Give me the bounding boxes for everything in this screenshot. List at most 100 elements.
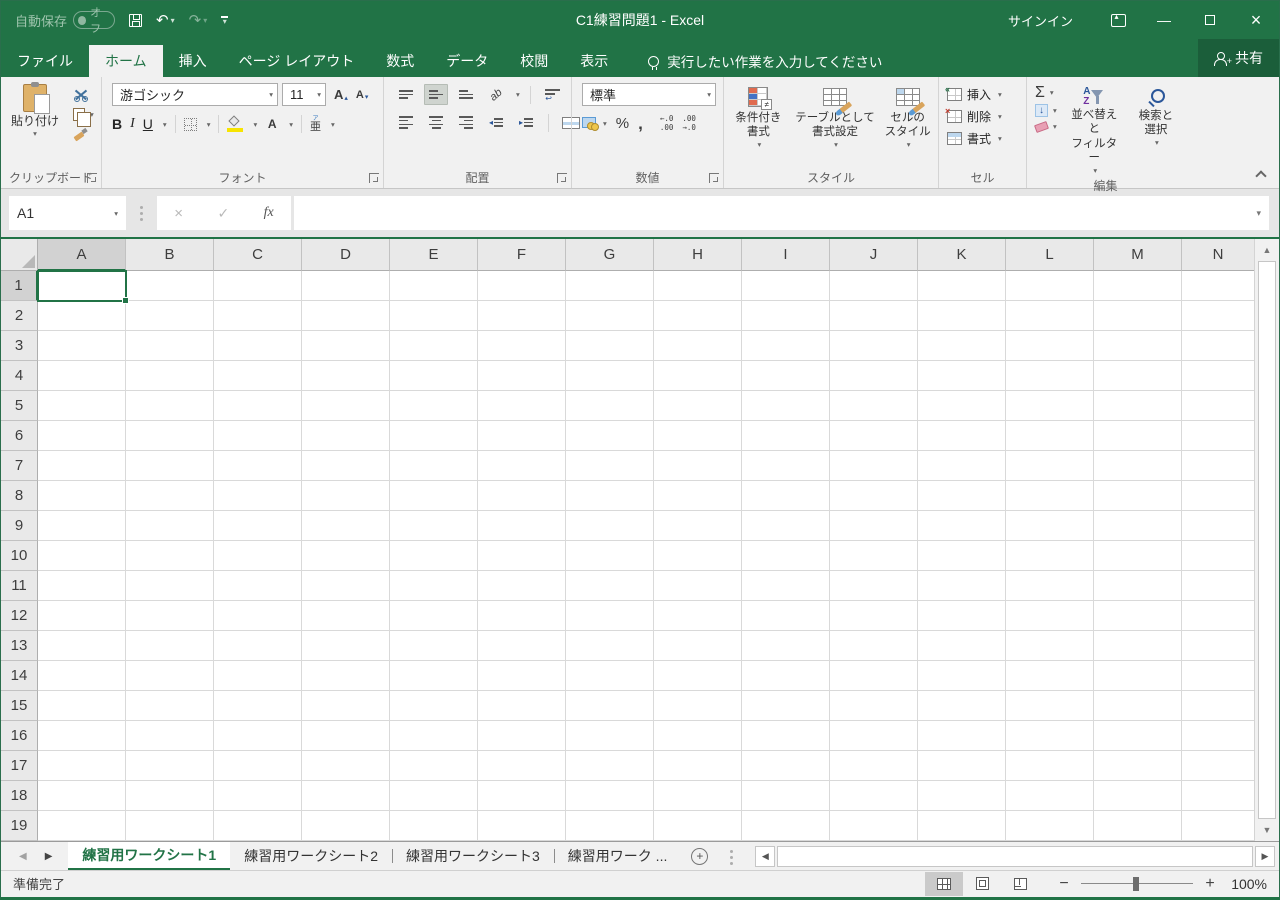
cell-E18[interactable] bbox=[390, 781, 478, 811]
cell-B1[interactable] bbox=[126, 271, 214, 301]
confirm-entry-icon[interactable]: ✓ bbox=[217, 205, 229, 222]
cell-E13[interactable] bbox=[390, 631, 478, 661]
cell-K13[interactable] bbox=[918, 631, 1006, 661]
cell-I1[interactable] bbox=[742, 271, 830, 301]
cell-I16[interactable] bbox=[742, 721, 830, 751]
cell-B17[interactable] bbox=[126, 751, 214, 781]
column-header-L[interactable]: L bbox=[1006, 239, 1094, 271]
row-header-11[interactable]: 11 bbox=[1, 571, 38, 601]
cell-B15[interactable] bbox=[126, 691, 214, 721]
cell-A4[interactable] bbox=[38, 361, 126, 391]
cell-A8[interactable] bbox=[38, 481, 126, 511]
cell-G4[interactable] bbox=[566, 361, 654, 391]
column-header-F[interactable]: F bbox=[478, 239, 566, 271]
cell-H8[interactable] bbox=[654, 481, 742, 511]
undo-button[interactable]: ↶ ▾ bbox=[156, 11, 175, 29]
cell-F1[interactable] bbox=[478, 271, 566, 301]
row-header-5[interactable]: 5 bbox=[1, 391, 38, 421]
cell-I13[interactable] bbox=[742, 631, 830, 661]
cell-L16[interactable] bbox=[1006, 721, 1094, 751]
cell-K12[interactable] bbox=[918, 601, 1006, 631]
zoom-level[interactable]: 100% bbox=[1217, 876, 1267, 892]
zoom-slider-thumb[interactable] bbox=[1133, 876, 1139, 891]
cell-F17[interactable] bbox=[478, 751, 566, 781]
cell-E4[interactable] bbox=[390, 361, 478, 391]
cell-F2[interactable] bbox=[478, 301, 566, 331]
cell-L13[interactable] bbox=[1006, 631, 1094, 661]
cell-G3[interactable] bbox=[566, 331, 654, 361]
sheet-tab-3[interactable]: 練習用ワークシート3 bbox=[392, 842, 554, 870]
scroll-down-icon[interactable]: ▼ bbox=[1255, 819, 1279, 841]
cell-G16[interactable] bbox=[566, 721, 654, 751]
find-select-button[interactable]: 検索と 選択 ▾ bbox=[1132, 84, 1180, 149]
column-header-A[interactable]: A bbox=[38, 239, 126, 271]
redo-caret-icon[interactable]: ▾ bbox=[203, 16, 207, 25]
cell-G2[interactable] bbox=[566, 301, 654, 331]
cell-E3[interactable] bbox=[390, 331, 478, 361]
cell-B12[interactable] bbox=[126, 601, 214, 631]
row-header-6[interactable]: 6 bbox=[1, 421, 38, 451]
cell-M15[interactable] bbox=[1094, 691, 1182, 721]
cell-B3[interactable] bbox=[126, 331, 214, 361]
align-left-button[interactable] bbox=[394, 112, 418, 133]
row-header-1[interactable]: 1 bbox=[1, 271, 38, 301]
cell-K9[interactable] bbox=[918, 511, 1006, 541]
cell-I5[interactable] bbox=[742, 391, 830, 421]
scroll-up-icon[interactable]: ▲ bbox=[1255, 239, 1279, 261]
cell-D19[interactable] bbox=[302, 811, 390, 841]
cell-J4[interactable] bbox=[830, 361, 918, 391]
autosum-caret-icon[interactable]: ▾ bbox=[1050, 88, 1054, 97]
cell-B5[interactable] bbox=[126, 391, 214, 421]
cell-D14[interactable] bbox=[302, 661, 390, 691]
cell-D5[interactable] bbox=[302, 391, 390, 421]
cell-J15[interactable] bbox=[830, 691, 918, 721]
cell-L11[interactable] bbox=[1006, 571, 1094, 601]
hscroll-right-icon[interactable]: ▶ bbox=[1255, 845, 1275, 867]
cell-L7[interactable] bbox=[1006, 451, 1094, 481]
cell-F14[interactable] bbox=[478, 661, 566, 691]
cell-F5[interactable] bbox=[478, 391, 566, 421]
cell-H7[interactable] bbox=[654, 451, 742, 481]
cell-J8[interactable] bbox=[830, 481, 918, 511]
cell-L9[interactable] bbox=[1006, 511, 1094, 541]
cell-N19[interactable] bbox=[1182, 811, 1254, 841]
cell-J17[interactable] bbox=[830, 751, 918, 781]
cell-F9[interactable] bbox=[478, 511, 566, 541]
clear-button[interactable]: ▾ bbox=[1034, 121, 1057, 133]
cell-B4[interactable] bbox=[126, 361, 214, 391]
font-color-caret-icon[interactable]: ▾ bbox=[289, 120, 293, 129]
cell-K2[interactable] bbox=[918, 301, 1006, 331]
cell-A9[interactable] bbox=[38, 511, 126, 541]
insert-function-icon[interactable]: fx bbox=[264, 205, 274, 221]
cell-F7[interactable] bbox=[478, 451, 566, 481]
cell-H11[interactable] bbox=[654, 571, 742, 601]
cell-K3[interactable] bbox=[918, 331, 1006, 361]
cell-N18[interactable] bbox=[1182, 781, 1254, 811]
cell-M3[interactable] bbox=[1094, 331, 1182, 361]
cell-N12[interactable] bbox=[1182, 601, 1254, 631]
cell-H19[interactable] bbox=[654, 811, 742, 841]
cell-K14[interactable] bbox=[918, 661, 1006, 691]
cell-A17[interactable] bbox=[38, 751, 126, 781]
cell-B16[interactable] bbox=[126, 721, 214, 751]
row-header-13[interactable]: 13 bbox=[1, 631, 38, 661]
cell-L3[interactable] bbox=[1006, 331, 1094, 361]
cell-H1[interactable] bbox=[654, 271, 742, 301]
cell-C19[interactable] bbox=[214, 811, 302, 841]
cell-A5[interactable] bbox=[38, 391, 126, 421]
cell-E9[interactable] bbox=[390, 511, 478, 541]
cell-F4[interactable] bbox=[478, 361, 566, 391]
increase-decimal-button[interactable]: ←.0 .00 bbox=[660, 115, 674, 132]
fill-color-icon[interactable] bbox=[227, 114, 244, 132]
cell-J16[interactable] bbox=[830, 721, 918, 751]
cell-M11[interactable] bbox=[1094, 571, 1182, 601]
orientation-caret-icon[interactable]: ▾ bbox=[516, 90, 520, 99]
cell-A14[interactable] bbox=[38, 661, 126, 691]
cell-C16[interactable] bbox=[214, 721, 302, 751]
paste-caret-icon[interactable]: ▾ bbox=[33, 129, 37, 138]
find-caret-icon[interactable]: ▾ bbox=[1155, 138, 1159, 147]
cell-C1[interactable] bbox=[214, 271, 302, 301]
format-as-table-button[interactable]: テーブルとして 書式設定 ▾ bbox=[791, 82, 879, 151]
cell-H17[interactable] bbox=[654, 751, 742, 781]
column-header-D[interactable]: D bbox=[302, 239, 390, 271]
